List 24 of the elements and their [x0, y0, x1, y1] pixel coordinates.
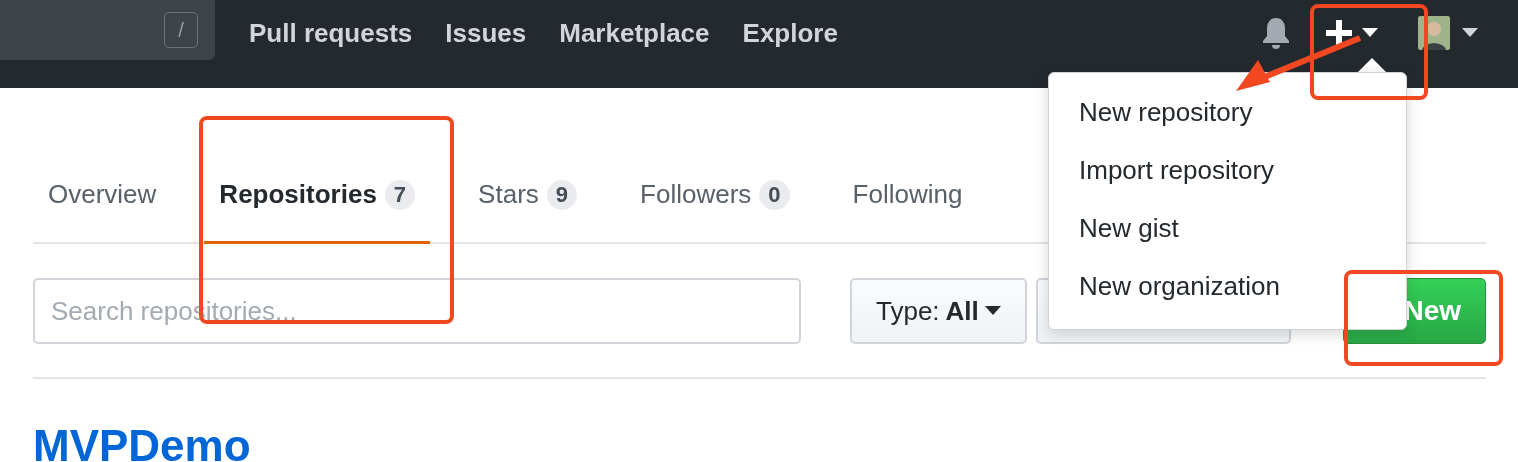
profile-tab[interactable]: Stars 9 — [463, 148, 593, 244]
shortcut-key: / — [164, 12, 198, 48]
profile-tab[interactable]: Overview — [33, 148, 172, 244]
bell-icon[interactable] — [1261, 17, 1291, 49]
tab-counter: 9 — [546, 179, 578, 210]
profile-tab[interactable]: Repositories 7 — [204, 148, 431, 244]
nav-link[interactable]: Issues — [445, 17, 527, 49]
profile-tab[interactable]: Followers 0 — [625, 148, 805, 244]
type-filter-button[interactable]: Type: All — [850, 278, 1027, 344]
caret-icon — [1462, 28, 1478, 38]
nav-link[interactable]: Marketplace — [559, 17, 710, 49]
caret-icon — [1362, 28, 1378, 38]
profile-tab[interactable]: Following — [837, 148, 978, 244]
caret-icon — [984, 306, 1001, 316]
menu-item[interactable]: Import repository — [1049, 141, 1406, 199]
search-field[interactable]: / — [0, 0, 215, 60]
tab-counter: 7 — [384, 179, 416, 210]
nav-link[interactable]: Pull requests — [249, 17, 413, 49]
nav-link[interactable]: Explore — [742, 17, 838, 49]
plus-icon[interactable] — [1326, 20, 1352, 46]
menu-item[interactable]: New repository — [1049, 83, 1406, 141]
tab-counter: 0 — [759, 179, 790, 210]
menu-item[interactable]: New gist — [1049, 199, 1406, 257]
repository-link[interactable]: MVPDemo — [33, 421, 1486, 462]
